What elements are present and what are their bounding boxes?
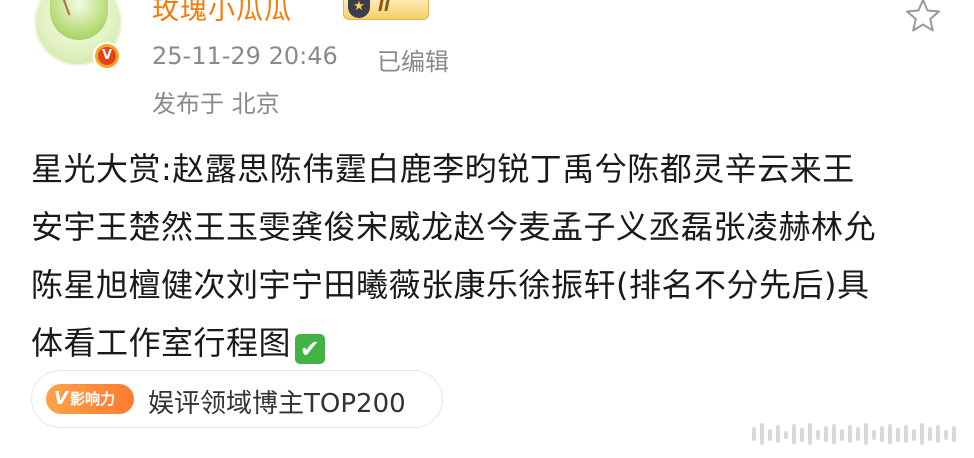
post-text-line-end: 体看工作室行程图	[31, 324, 292, 362]
weibo-post: V 玫瑰小瓜瓜 ★ II 25-11-29 20:46 已编辑 发布于 北京 星…	[0, 0, 974, 458]
member-level-badge[interactable]: ★ II	[343, 0, 429, 20]
weibo-watermark-icon	[752, 421, 962, 447]
post-text-line: 陈星旭檀健次刘宇宁田曦薇张康乐徐振轩(排名不分先后)具	[31, 266, 870, 304]
member-level-text: II	[378, 0, 390, 15]
influence-tag-text: 娱评领域博主TOP200	[148, 389, 406, 419]
edited-label[interactable]: 已编辑	[377, 42, 449, 77]
favorite-star-icon[interactable]	[903, 0, 943, 36]
influence-badge-label: 影响力	[69, 390, 115, 408]
post-text-line: 安宇王楚然王玉雯龚俊宋威龙赵今麦孟子义丞磊张凌赫林允	[31, 208, 877, 246]
post-text-line: 星光大赏:赵露思陈伟霆白鹿李昀锐丁禹兮陈都灵辛云来王	[31, 150, 855, 188]
influence-v-icon: V	[54, 388, 68, 409]
influence-tag[interactable]: V 影响力 娱评领域博主TOP200	[31, 370, 443, 428]
post-text-line: 体看工作室行程图 ✔	[31, 314, 951, 372]
post-timestamp: 25-11-29 20:46	[152, 42, 338, 70]
username[interactable]: 玫瑰小瓜瓜	[152, 0, 292, 27]
post-location: 发布于 北京	[152, 90, 280, 118]
post-content: 星光大赏:赵露思陈伟霆白鹿李昀锐丁禹兮陈都灵辛云来王 安宇王楚然王玉雯龚俊宋威龙…	[31, 140, 951, 372]
check-mark-emoji-icon: ✔	[295, 334, 326, 364]
melon-icon	[50, 0, 108, 40]
influence-badge: V 影响力	[46, 384, 134, 414]
crown-shield-icon: ★	[348, 0, 370, 18]
verified-badge-icon: V	[93, 42, 121, 70]
